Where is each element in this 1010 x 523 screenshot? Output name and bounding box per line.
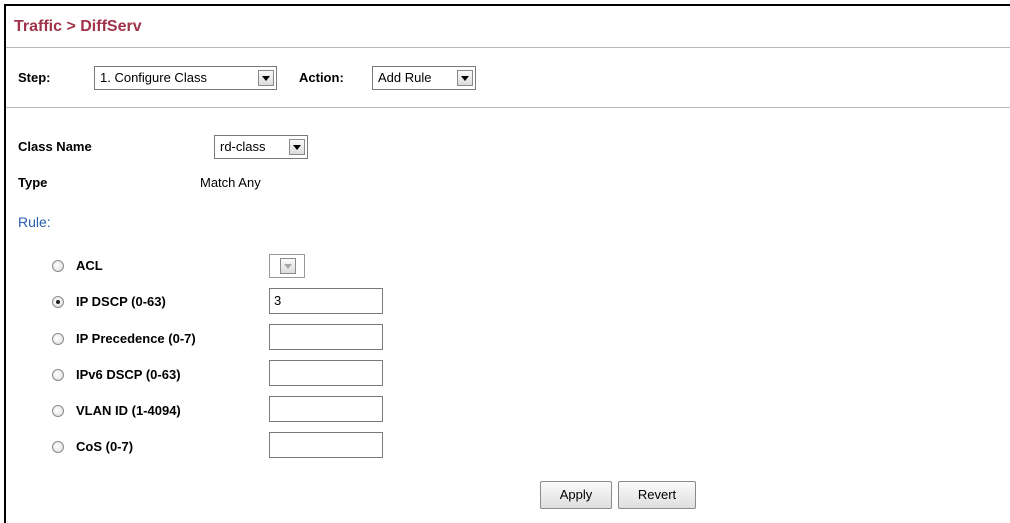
action-select[interactable]: Add Rule xyxy=(372,66,476,90)
rule-radio-cos[interactable] xyxy=(52,441,64,453)
acl-select[interactable] xyxy=(269,254,305,278)
rule-radio-vlan-id[interactable] xyxy=(52,405,64,417)
rule-radio-ip-dscp[interactable] xyxy=(52,296,64,308)
class-name-value: rd-class xyxy=(220,139,266,154)
class-name-label: Class Name xyxy=(18,139,92,154)
rule-radio-ipv6-dscp[interactable] xyxy=(52,369,64,381)
chevron-down-icon[interactable] xyxy=(280,258,296,274)
rule-radio-acl[interactable] xyxy=(52,260,64,272)
ip-precedence-input[interactable] xyxy=(269,324,383,350)
ip-dscp-input[interactable]: 3 xyxy=(269,288,383,314)
chevron-down-icon[interactable] xyxy=(289,139,305,155)
rule-title: Rule: xyxy=(18,214,51,230)
step-select[interactable]: 1. Configure Class xyxy=(94,66,277,90)
rule-label-ip-dscp: IP DSCP (0-63) xyxy=(76,294,166,309)
rule-label-acl: ACL xyxy=(76,258,103,273)
revert-button[interactable]: Revert xyxy=(618,481,696,509)
vlan-id-input[interactable] xyxy=(269,396,383,422)
step-label: Step: xyxy=(18,70,51,85)
ipv6-dscp-input[interactable] xyxy=(269,360,383,386)
action-label: Action: xyxy=(299,70,344,85)
chevron-down-icon[interactable] xyxy=(457,70,473,86)
step-select-value: 1. Configure Class xyxy=(100,70,207,85)
type-value: Match Any xyxy=(200,175,261,190)
rule-label-ip-precedence: IP Precedence (0-7) xyxy=(76,331,196,346)
step-bar: Step: 1. Configure Class Action: Add Rul… xyxy=(6,48,1010,108)
class-name-select[interactable]: rd-class xyxy=(214,135,308,159)
rule-label-vlan-id: VLAN ID (1-4094) xyxy=(76,403,181,418)
page-header: Traffic > DiffServ xyxy=(6,6,1010,48)
rule-label-ipv6-dscp: IPv6 DSCP (0-63) xyxy=(76,367,181,382)
diffserv-panel: Traffic > DiffServ Step: 1. Configure Cl… xyxy=(4,4,1010,523)
type-label: Type xyxy=(18,175,48,190)
rule-radio-ip-precedence[interactable] xyxy=(52,333,64,345)
page-title: Traffic > DiffServ xyxy=(14,18,142,35)
chevron-down-icon[interactable] xyxy=(258,70,274,86)
cos-input[interactable] xyxy=(269,432,383,458)
rule-label-cos: CoS (0-7) xyxy=(76,439,134,454)
action-select-value: Add Rule xyxy=(378,70,432,85)
apply-button[interactable]: Apply xyxy=(540,481,612,509)
